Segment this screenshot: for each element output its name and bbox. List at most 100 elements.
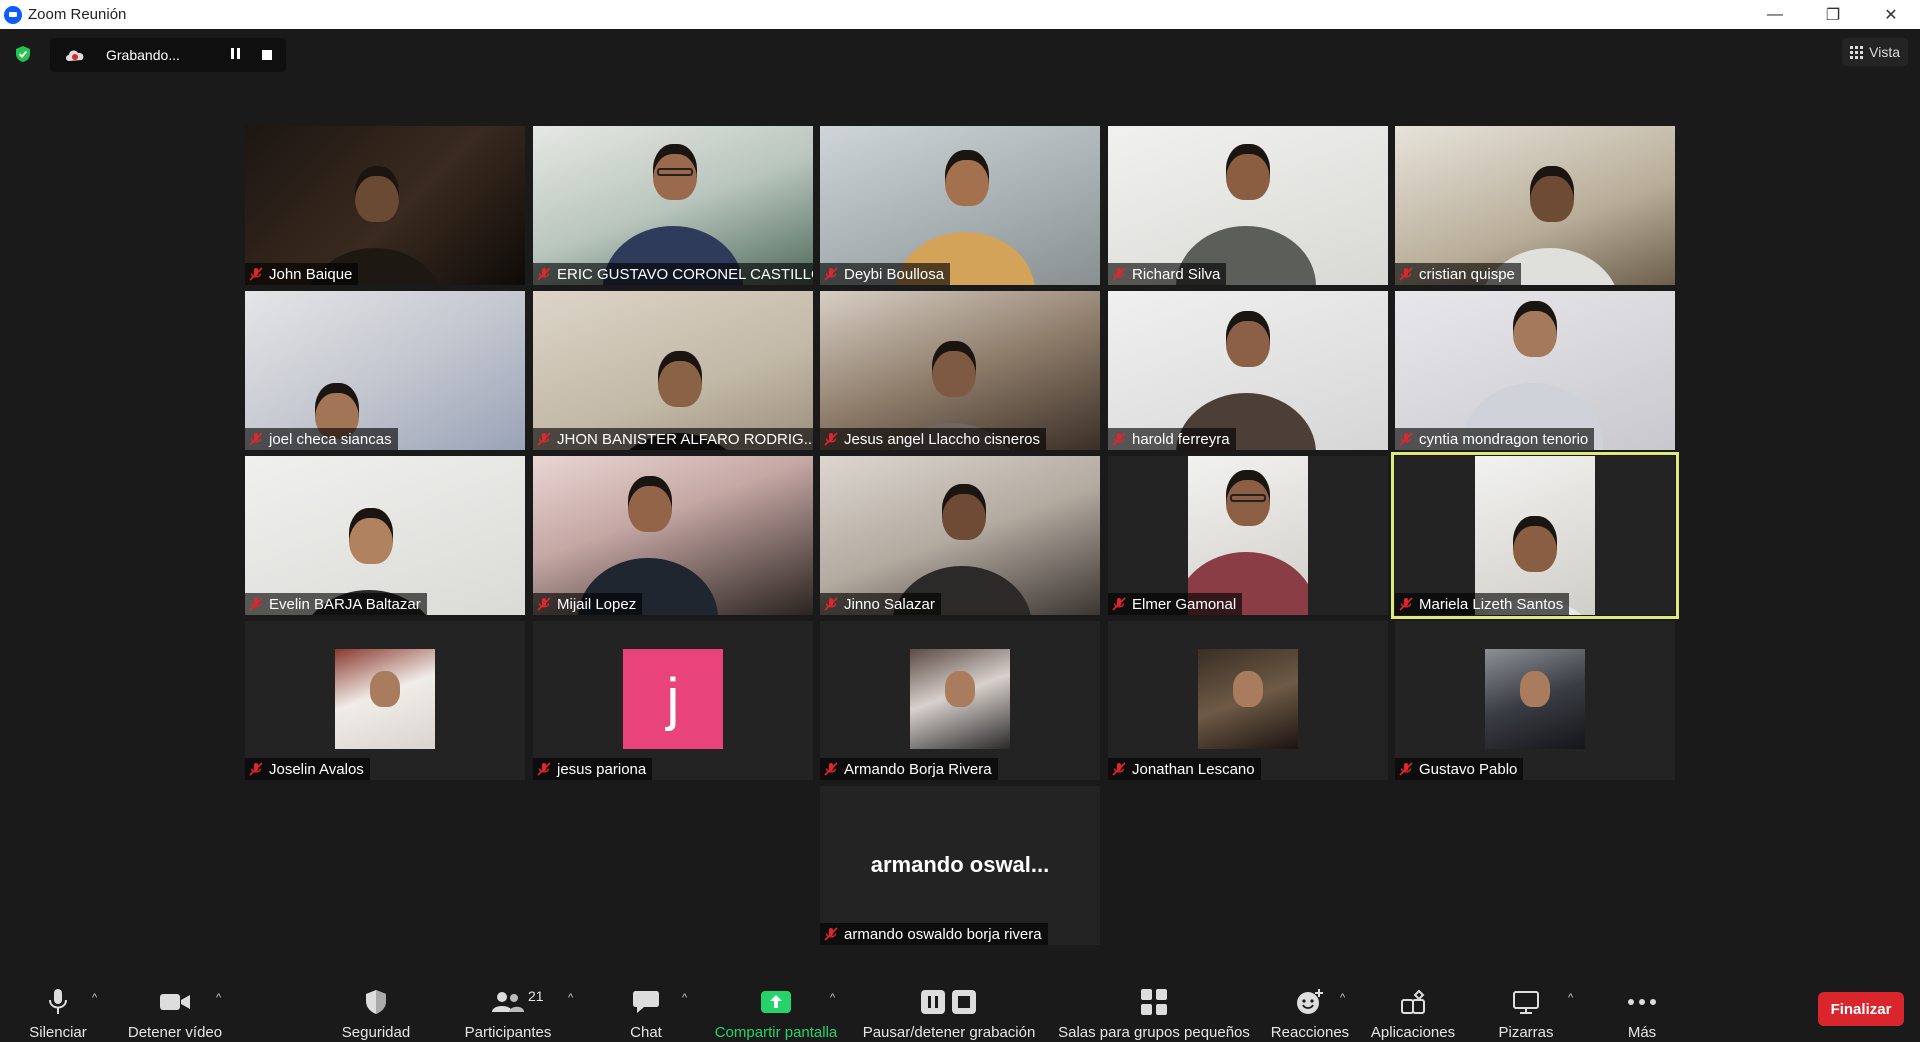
stop-video-button[interactable]: Detener vídeo [122,970,228,1042]
video-feed [820,291,1100,450]
participant-tile[interactable]: Elmer Gamonal [1108,456,1388,615]
video-feed [245,126,525,285]
participant-name: John Baique [269,265,353,283]
more-button[interactable]: Más [1620,970,1664,1042]
share-screen-button[interactable]: Compartir pantalla [706,970,846,1042]
participant-name: jesus pariona [557,760,647,778]
video-feed [1395,291,1675,450]
video-options-caret[interactable]: ^ [216,992,221,1004]
person-head [1226,144,1270,200]
participant-tile[interactable]: Armando Borja Rivera [820,621,1100,780]
participant-name: Mariela Lizeth Santos [1419,595,1564,613]
video-feed [1395,456,1675,615]
participant-tile[interactable]: Mijail Lopez [533,456,813,615]
person-head [1226,311,1270,367]
participant-tile[interactable]: Deybi Boullosa [820,126,1100,285]
muted-mic-icon [824,762,838,776]
muted-mic-icon [537,597,551,611]
participant-tile[interactable]: Jinno Salazar [820,456,1100,615]
mute-options-caret[interactable]: ^ [92,992,97,1004]
participant-name: joel checa siancas [269,430,392,448]
participant-tile[interactable]: harold ferreyra [1108,291,1388,450]
share-screen-label: Compartir pantalla [714,1024,838,1041]
participant-name-tag: armando oswaldo borja rivera [820,923,1048,945]
participant-tile[interactable]: ERIC GUSTAVO CORONEL CASTILLO [533,126,813,285]
participants-count: 21 [528,988,544,1004]
pause-recording-icon[interactable] [228,48,242,62]
more-dots-icon [1628,999,1656,1005]
reactions-button[interactable]: Reacciones [1268,970,1352,1042]
minimize-button[interactable]: — [1746,0,1804,29]
whiteboards-button[interactable]: Pizarras [1490,970,1562,1042]
apps-icon [1401,989,1425,1014]
mute-button[interactable]: Silenciar [22,970,94,1042]
person-head [628,476,672,532]
muted-mic-icon [824,267,838,281]
participant-tile[interactable]: JHON BANISTER ALFARO RODRIG... [533,291,813,450]
close-button[interactable]: ✕ [1862,0,1920,29]
breakout-rooms-button[interactable]: Salas para grupos pequeños [1054,970,1254,1042]
participants-icon [492,992,524,1012]
video-feed [245,291,525,450]
participants-button[interactable]: Participantes [458,970,558,1042]
share-options-caret[interactable]: ^ [830,992,835,1004]
apps-button[interactable]: Aplicaciones [1366,970,1460,1042]
participant-tile[interactable]: Gustavo Pablo [1395,621,1675,780]
share-screen-icon [761,991,791,1013]
participant-name: armando oswaldo borja rivera [844,925,1042,943]
window-controls: — ❐ ✕ [1746,0,1920,29]
chat-options-caret[interactable]: ^ [682,992,687,1004]
video-feed [533,291,813,450]
participant-name-tag: Evelin BARJA Baltazar [245,593,427,615]
participant-name: Deybi Boullosa [844,265,945,283]
participant-tile[interactable]: John Baique [245,126,525,285]
participant-tile[interactable]: joel checa siancas [245,291,525,450]
participant-name-tag: Jesus angel Llaccho cisneros [820,428,1046,450]
person-head [1530,166,1574,222]
participant-tile[interactable]: Richard Silva [1108,126,1388,285]
participant-name: cristian quispe [1419,265,1515,283]
participant-tile[interactable]: Jesus angel Llaccho cisneros [820,291,1100,450]
end-meeting-button[interactable]: Finalizar [1818,992,1904,1026]
reactions-options-caret[interactable]: ^ [1340,992,1345,1004]
participant-tile[interactable]: Evelin BARJA Baltazar [245,456,525,615]
participant-tile[interactable]: armando oswal... armando oswaldo borja ri… [820,786,1100,945]
whiteboards-label: Pizarras [1498,1024,1554,1041]
whiteboards-options-caret[interactable]: ^ [1568,992,1573,1004]
participant-tile[interactable]: Joselin Avalos [245,621,525,780]
window-title-bar: Zoom Reunión — ❐ ✕ [0,0,1920,29]
muted-mic-icon [1112,762,1126,776]
muted-mic-icon [537,432,551,446]
participants-options-caret[interactable]: ^ [568,992,573,1004]
chat-button[interactable]: Chat [618,970,674,1042]
participant-name-tag: Deybi Boullosa [820,263,951,285]
security-button[interactable]: Seguridad [336,970,416,1042]
participant-display-name: armando oswal... [870,852,1050,877]
muted-mic-icon [824,597,838,611]
video-feed [533,126,813,285]
view-button[interactable]: Vista [1842,38,1908,66]
participant-name: Richard Silva [1132,265,1221,283]
encryption-shield-icon[interactable] [14,45,32,63]
reactions-label: Reacciones [1270,1024,1350,1041]
apps-label: Aplicaciones [1370,1024,1456,1041]
pause-stop-recording-icon [921,990,976,1014]
recording-status: Grabando... [106,47,180,63]
participant-tile[interactable]: Mariela Lizeth Santos [1391,452,1679,619]
participant-name: cyntia mondragon tenorio [1419,430,1589,448]
participant-name: JHON BANISTER ALFARO RODRIG... [557,430,813,448]
participant-tile[interactable]: cristian quispe [1395,126,1675,285]
restore-button[interactable]: ❐ [1804,0,1862,29]
participant-tile[interactable]: Jonathan Lescano [1108,621,1388,780]
participant-name-tag: joel checa siancas [245,428,398,450]
pause-recording-button[interactable]: Pausar/detener grabación [858,970,1040,1042]
participants-label: Participantes [464,1024,552,1041]
participant-name-tag: harold ferreyra [1108,428,1236,450]
participant-name-tag: ERIC GUSTAVO CORONEL CASTILLO [533,263,813,285]
participant-tile[interactable]: j jesus pariona [533,621,813,780]
participant-tile[interactable]: cyntia mondragon tenorio [1395,291,1675,450]
muted-mic-icon [1399,597,1413,611]
stop-recording-icon[interactable] [262,50,272,60]
more-label: Más [1627,1024,1657,1041]
mute-label: Silenciar [29,1024,87,1041]
